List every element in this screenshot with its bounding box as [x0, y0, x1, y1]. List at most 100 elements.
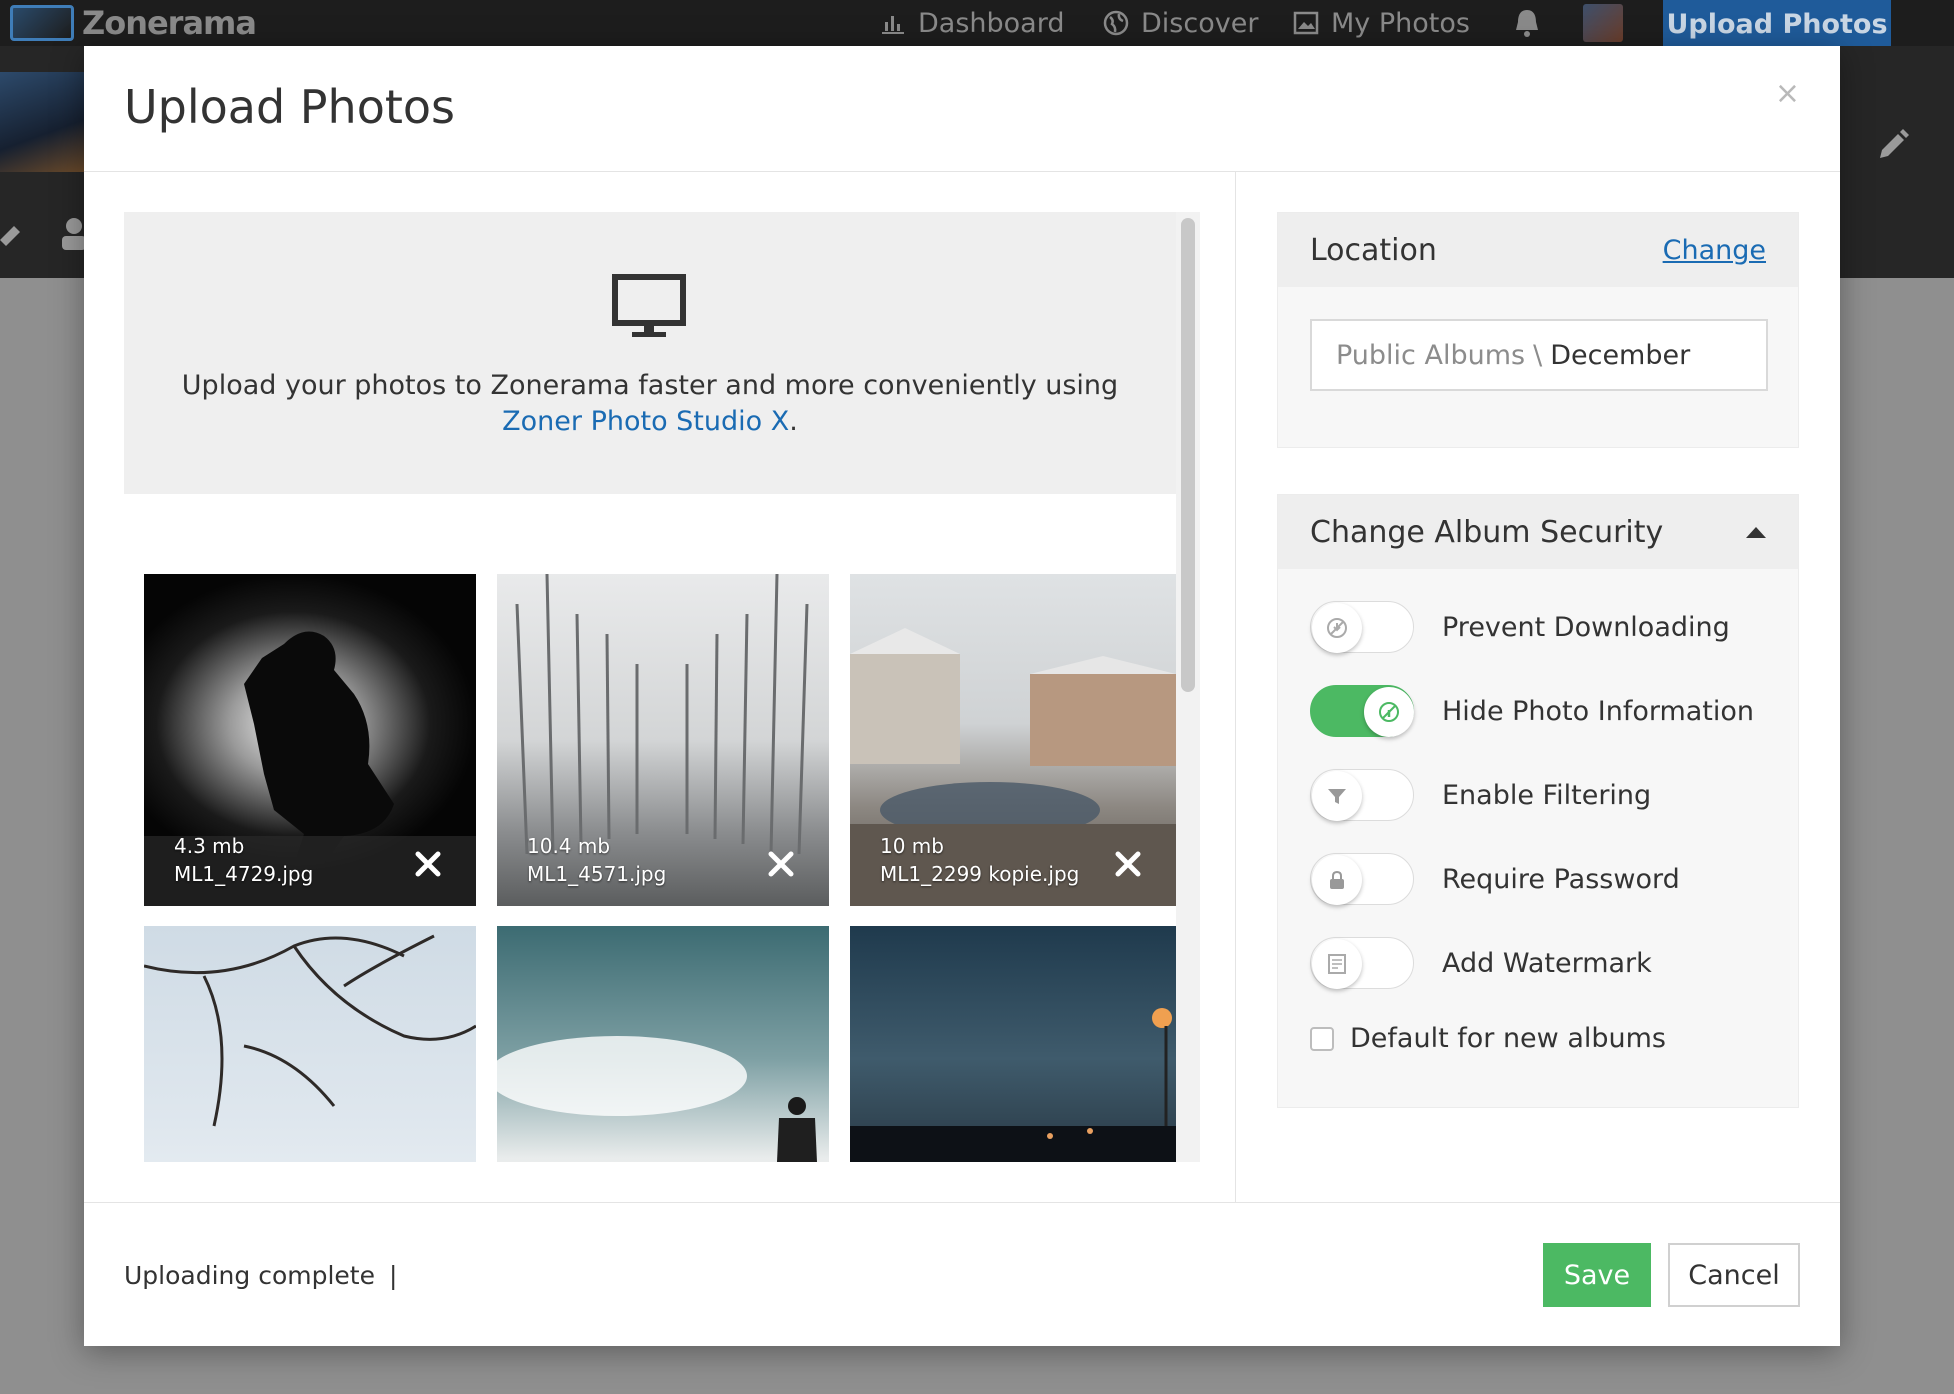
- change-location-link[interactable]: Change: [1663, 235, 1766, 266]
- photo-size: 4.3 mb: [174, 834, 245, 858]
- location-panel: Location Change Public Albums \ December: [1277, 212, 1799, 448]
- location-separator: \: [1533, 339, 1543, 371]
- location-field[interactable]: Public Albums \ December: [1310, 319, 1768, 391]
- promo-banner: Upload your photos to Zonerama faster an…: [124, 212, 1176, 494]
- require-password-toggle[interactable]: [1310, 853, 1414, 905]
- modal-footer: Uploading complete | Save Cancel: [84, 1202, 1840, 1346]
- globe-icon: [1103, 10, 1129, 36]
- cancel-button[interactable]: Cancel: [1668, 1243, 1800, 1307]
- collapse-caret-icon[interactable]: [1746, 526, 1766, 538]
- nav-dashboard[interactable]: Dashboard: [880, 0, 1064, 46]
- photo-thumb[interactable]: 10 mb ML1_2299 kopie.jpg: [850, 574, 1176, 906]
- profile-tools-icons[interactable]: [0, 210, 90, 254]
- dusk-street: [850, 1008, 1176, 1162]
- no-download-icon: [1327, 618, 1347, 638]
- album-settings: Location Change Public Albums \ December…: [1237, 172, 1840, 1202]
- default-for-new-albums: Default for new albums: [1310, 1023, 1666, 1054]
- branches: [144, 934, 476, 1127]
- watermark-icon: [1328, 954, 1346, 974]
- default-for-new-albums-checkbox[interactable]: [1310, 1026, 1334, 1051]
- nav-my-photos[interactable]: My Photos: [1293, 0, 1470, 46]
- default-for-new-albums-label: Default for new albums: [1350, 1023, 1666, 1054]
- status-caret: |: [388, 1261, 398, 1290]
- top-navigation-bar: Zonerama Dashboard Discover My Photos Up…: [0, 0, 1954, 48]
- upload-status: Uploading complete |: [124, 1261, 397, 1290]
- thumbnails-scrollbar[interactable]: [1176, 212, 1200, 1162]
- location-current-album: December: [1550, 339, 1691, 371]
- enable-filtering-toggle[interactable]: [1310, 769, 1414, 821]
- nav-my-photos-label: My Photos: [1331, 7, 1470, 39]
- bar-chart-icon: [882, 16, 904, 34]
- photo-filename: ML1_2299 kopie.jpg: [880, 862, 1080, 886]
- option-hide-photo-information: Hide Photo Information: [1310, 683, 1754, 739]
- photo-meta: 4.3 mb ML1_4729.jpg: [174, 832, 313, 888]
- remove-photo-icon[interactable]: [1114, 850, 1142, 878]
- option-prevent-downloading: Prevent Downloading: [1310, 599, 1730, 655]
- hide-info-icon: [1379, 702, 1399, 722]
- toggle-knob: [1312, 603, 1362, 653]
- photo-size: 10 mb: [880, 834, 944, 858]
- remove-photo-icon[interactable]: [414, 850, 442, 878]
- toggle-knob: [1312, 855, 1362, 905]
- edit-pencil-icon[interactable]: [1872, 126, 1912, 166]
- security-title: Change Album Security: [1310, 514, 1664, 550]
- nav-discover[interactable]: Discover: [1103, 0, 1258, 46]
- photo-thumbnails-grid: 4.3 mb ML1_4729.jpg 10.4 mb ML1_4571.jpg…: [144, 574, 1176, 1162]
- upload-status-text: Uploading complete: [124, 1261, 375, 1290]
- remove-photo-icon[interactable]: [767, 850, 795, 878]
- security-header[interactable]: Change Album Security: [1278, 495, 1798, 569]
- option-add-watermark: Add Watermark: [1310, 935, 1652, 991]
- option-label: Enable Filtering: [1442, 779, 1652, 811]
- option-label: Prevent Downloading: [1442, 611, 1730, 643]
- save-button[interactable]: Save: [1543, 1243, 1651, 1307]
- logo-text: Zonerama: [82, 4, 257, 42]
- option-require-password: Require Password: [1310, 851, 1680, 907]
- album-security-panel: Change Album Security Prevent Downloadin…: [1277, 494, 1799, 1108]
- promo-message: Upload your photos to Zonerama faster an…: [181, 370, 1119, 401]
- promo-text: Upload your photos to Zonerama faster an…: [124, 368, 1176, 440]
- modal-title: Upload Photos: [124, 80, 455, 134]
- upload-photos-modal: Upload Photos × Upload your photos to Zo…: [84, 46, 1840, 1346]
- user-avatar[interactable]: [1583, 4, 1623, 42]
- prevent-downloading-toggle[interactable]: [1310, 601, 1414, 653]
- nav-dashboard-label: Dashboard: [918, 7, 1065, 39]
- scrollbar-thumb[interactable]: [1181, 218, 1195, 692]
- zonerama-logo[interactable]: Zonerama: [10, 4, 257, 42]
- nav-upload-photos[interactable]: Upload Photos: [1663, 0, 1891, 48]
- location-path: Public Albums: [1336, 339, 1526, 371]
- photo-thumb[interactable]: 10.4 mb ML1_4571.jpg: [497, 574, 829, 906]
- logo-icon: [10, 5, 74, 41]
- hide-photo-information-toggle[interactable]: [1310, 685, 1414, 737]
- photo-thumb[interactable]: [497, 926, 829, 1162]
- toggle-knob: [1312, 771, 1362, 821]
- zoner-photo-studio-link[interactable]: Zoner Photo Studio X: [502, 406, 789, 437]
- photo-icon: [1293, 11, 1319, 35]
- profile-avatar: [0, 72, 84, 172]
- promo-suffix: .: [789, 406, 798, 437]
- toggle-knob: [1312, 939, 1362, 989]
- hiker-silhouette: [497, 1036, 817, 1162]
- bell-icon[interactable]: [1510, 8, 1544, 38]
- option-label: Hide Photo Information: [1442, 695, 1755, 727]
- photo-thumb[interactable]: [144, 926, 476, 1162]
- photo-thumb[interactable]: 4.3 mb ML1_4729.jpg: [144, 574, 476, 906]
- modal-header: Upload Photos ×: [84, 46, 1840, 172]
- monitor-icon: [612, 274, 686, 337]
- add-watermark-toggle[interactable]: [1310, 937, 1414, 989]
- photo-thumb[interactable]: [850, 926, 1176, 1162]
- lock-icon: [1330, 870, 1344, 889]
- filter-icon: [1328, 789, 1346, 804]
- close-icon[interactable]: ×: [1775, 76, 1800, 111]
- nav-discover-label: Discover: [1141, 7, 1259, 39]
- upload-area: Upload your photos to Zonerama faster an…: [84, 172, 1236, 1202]
- photo-meta: 10.4 mb ML1_4571.jpg: [527, 832, 666, 888]
- photo-filename: ML1_4571.jpg: [527, 862, 667, 886]
- photo-size: 10.4 mb: [527, 834, 611, 858]
- photo-meta: 10 mb ML1_2299 kopie.jpg: [880, 832, 1079, 888]
- option-label: Require Password: [1442, 863, 1680, 895]
- photo-filename: ML1_4729.jpg: [174, 862, 314, 886]
- toggle-knob: [1364, 687, 1414, 737]
- option-label: Add Watermark: [1442, 947, 1652, 979]
- location-header: Location Change: [1278, 213, 1798, 287]
- option-enable-filtering: Enable Filtering: [1310, 767, 1651, 823]
